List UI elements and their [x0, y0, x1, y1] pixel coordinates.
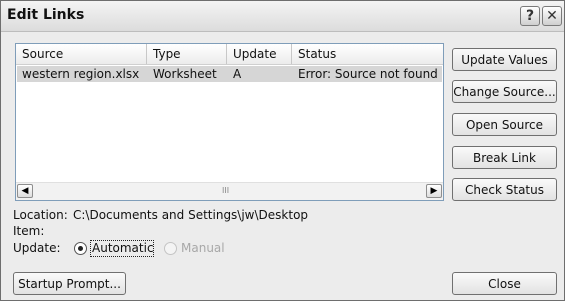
- close-icon: ✕: [546, 8, 558, 24]
- links-list-header: Source Type Update Status: [16, 44, 443, 65]
- edit-links-dialog: Edit Links ? ✕ Source Type Update Status…: [0, 0, 565, 301]
- row-source: western region.xlsx: [22, 67, 140, 81]
- horizontal-scrollbar[interactable]: ◀ III ▶: [16, 182, 443, 200]
- automatic-radio[interactable]: [74, 242, 87, 255]
- break-link-button[interactable]: Break Link: [452, 146, 557, 169]
- close-window-button[interactable]: ✕: [542, 6, 562, 26]
- column-header-type[interactable]: Type: [147, 44, 227, 64]
- table-row[interactable]: western region.xlsx Worksheet A Error: S…: [17, 66, 442, 82]
- item-label: Item:: [13, 224, 45, 238]
- update-label: Update:: [13, 241, 61, 255]
- manual-radio[interactable]: [164, 242, 177, 255]
- update-values-button[interactable]: Update Values: [452, 48, 557, 71]
- row-update: A: [233, 67, 242, 81]
- manual-radio-label[interactable]: Manual: [181, 241, 225, 255]
- location-value: C:\Documents and Settings\jw\Desktop: [73, 208, 309, 222]
- column-header-status[interactable]: Status: [292, 44, 443, 64]
- scroll-right-button[interactable]: ▶: [426, 184, 442, 198]
- check-status-button[interactable]: Check Status: [452, 178, 557, 201]
- open-source-button[interactable]: Open Source: [452, 113, 557, 136]
- scroll-left-button[interactable]: ◀: [17, 184, 33, 198]
- scroll-thumb-grip-icon[interactable]: III: [222, 186, 229, 195]
- title-bar: Edit Links ? ✕: [1, 1, 564, 32]
- row-status: Error: Source not found: [298, 67, 438, 81]
- row-type: Worksheet: [153, 67, 217, 81]
- close-button[interactable]: Close: [452, 272, 557, 295]
- automatic-radio-label[interactable]: Automatic: [92, 241, 154, 255]
- column-header-source[interactable]: Source: [16, 44, 147, 64]
- arrow-right-icon: ▶: [430, 186, 438, 196]
- help-button[interactable]: ?: [520, 6, 540, 26]
- column-header-update[interactable]: Update: [227, 44, 292, 64]
- location-label: Location:: [13, 208, 68, 222]
- help-icon: ?: [525, 8, 535, 24]
- startup-prompt-button[interactable]: Startup Prompt...: [13, 272, 126, 295]
- arrow-left-icon: ◀: [21, 186, 29, 196]
- dialog-title: Edit Links: [7, 7, 85, 23]
- links-list[interactable]: Source Type Update Status western region…: [15, 43, 444, 201]
- change-source-button[interactable]: Change Source...: [452, 80, 557, 103]
